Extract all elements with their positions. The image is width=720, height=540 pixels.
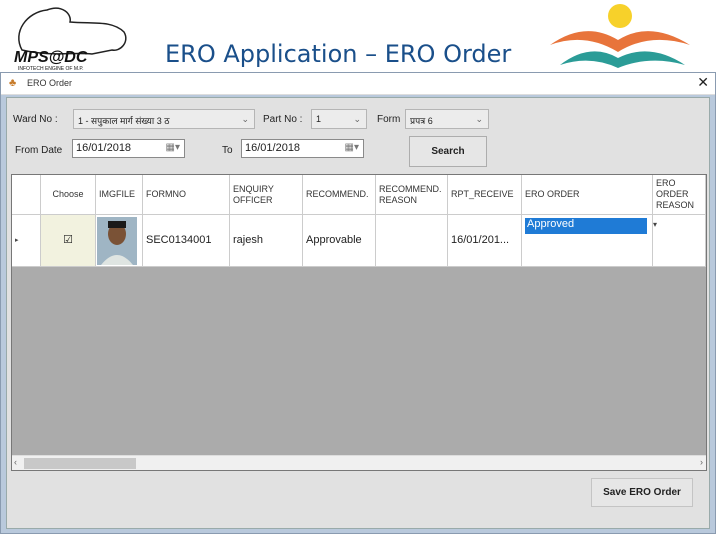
part-label: Part No :: [263, 114, 303, 125]
ward-label: Ward No :: [13, 114, 58, 125]
chevron-down-icon: ▾: [652, 220, 657, 229]
chevron-down-icon: ⌄: [475, 114, 483, 124]
scroll-right-icon[interactable]: ›: [700, 457, 703, 467]
chevron-down-icon: ⌄: [241, 114, 249, 124]
to-date-value: 16/01/2018: [245, 142, 301, 154]
part-dropdown[interactable]: 1 ⌄: [311, 109, 367, 129]
slide-title: ERO Application – ERO Order: [165, 40, 512, 68]
horizontal-scrollbar[interactable]: ‹ ›: [12, 455, 706, 470]
rpt-receive-cell: 16/01/201...: [448, 215, 522, 267]
from-date-picker[interactable]: 16/01/2018 ▦▾: [72, 139, 185, 158]
title-bar: ♣ ERO Order ✕: [1, 73, 715, 95]
col-imgfile[interactable]: IMGFILE: [96, 175, 143, 215]
app-icon: ♣: [9, 77, 17, 89]
mpsedc-logo: MPS@DC INFOTECH ENGINE OF M.P.: [2, 2, 132, 72]
part-value: 1: [316, 114, 322, 124]
officer-cell: rajesh: [230, 215, 303, 267]
to-date-label: To: [222, 145, 233, 156]
ward-dropdown[interactable]: 1 - सपुकाल मार्ग संख्या 3 ठ ⌄: [73, 109, 255, 129]
choose-checkbox[interactable]: ☑: [41, 215, 96, 267]
ero-order-cell[interactable]: Approved ▾: [522, 215, 657, 267]
ero-order-dropdown[interactable]: Approved ▾: [525, 218, 657, 234]
col-recommend[interactable]: RECOMMEND.: [303, 175, 376, 215]
ero-order-value: Approved: [527, 218, 575, 230]
ero-order-window: ♣ ERO Order ✕ Ward No : 1 - सपुकाल मार्ग…: [0, 72, 716, 534]
window-title: ERO Order: [27, 78, 73, 88]
search-button[interactable]: Search: [409, 136, 487, 167]
recommend-cell: Approvable: [303, 215, 376, 267]
to-date-picker[interactable]: 16/01/2018 ▦▾: [241, 139, 364, 158]
form-label: Form: [377, 114, 401, 125]
save-ero-order-button[interactable]: Save ERO Order: [591, 478, 693, 507]
scroll-left-icon[interactable]: ‹: [14, 457, 17, 467]
data-grid: Choose IMGFILE FORMNO ENQUIRY OFFICER RE…: [11, 174, 707, 471]
col-recommend-reason[interactable]: RECOMMEND. REASON: [376, 175, 448, 215]
client-area: Ward No : 1 - सपुकाल मार्ग संख्या 3 ठ ⌄ P…: [6, 97, 710, 529]
row-indicator-icon: ▸: [12, 215, 41, 267]
col-rpt-receive[interactable]: RPT_RECEIVE: [448, 175, 522, 215]
formno-cell: SEC0134001: [143, 215, 230, 267]
scroll-thumb[interactable]: [24, 458, 136, 469]
col-choose[interactable]: Choose: [41, 175, 96, 215]
ward-value: 1 - सपुकाल मार्ग संख्या 3 ठ: [78, 116, 170, 126]
photo-cell: [96, 215, 143, 267]
calendar-icon[interactable]: ▦▾: [166, 142, 180, 153]
from-date-label: From Date: [15, 145, 63, 156]
table-row[interactable]: ▸ ☑ SEC0134001 rajesh Approvable 16/01/2…: [12, 215, 706, 267]
col-ero-order[interactable]: ERO ORDER: [522, 175, 653, 215]
ero-reason-cell[interactable]: [653, 215, 706, 267]
form-dropdown[interactable]: प्रपत्र 6 ⌄: [405, 109, 489, 129]
calendar-icon[interactable]: ▦▾: [345, 142, 359, 153]
col-selector: [12, 175, 41, 215]
applicant-photo: [97, 216, 137, 265]
svg-text:MPS@DC: MPS@DC: [14, 49, 88, 66]
sun-book-logo: [540, 0, 720, 70]
close-icon[interactable]: ✕: [697, 74, 709, 91]
from-date-value: 16/01/2018: [76, 142, 132, 154]
recommend-reason-cell: [376, 215, 448, 267]
form-value: प्रपत्र 6: [410, 116, 433, 126]
col-enquiry-officer[interactable]: ENQUIRY OFFICER: [230, 175, 303, 215]
col-ero-order-reason[interactable]: ERO ORDER REASON: [653, 175, 706, 215]
grid-header: Choose IMGFILE FORMNO ENQUIRY OFFICER RE…: [12, 175, 706, 215]
chevron-down-icon: ⌄: [353, 114, 361, 124]
col-formno[interactable]: FORMNO: [143, 175, 230, 215]
